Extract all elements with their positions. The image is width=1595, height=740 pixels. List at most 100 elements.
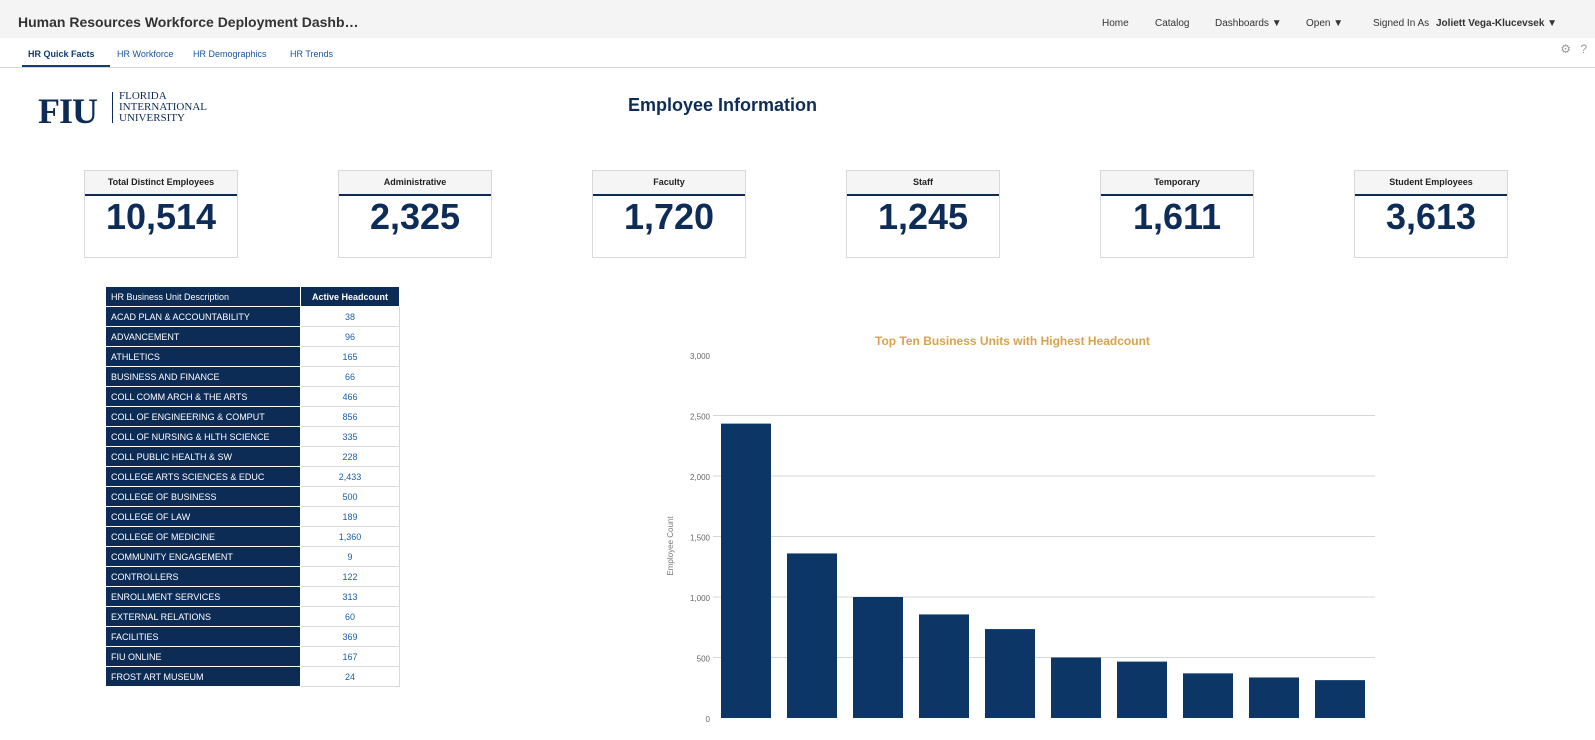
headcount-cell[interactable]: 369 bbox=[300, 626, 400, 647]
headcount-cell[interactable]: 122 bbox=[300, 566, 400, 587]
headcount-cell[interactable]: 500 bbox=[300, 486, 400, 507]
dashboards-menu[interactable]: Dashboards ▼ bbox=[1215, 18, 1282, 29]
kpi-label: Student Employees bbox=[1355, 171, 1507, 196]
logo-text: FLORIDA INTERNATIONAL UNIVERSITY bbox=[119, 91, 249, 124]
business-unit-cell: COLL OF NURSING & HLTH SCIENCE bbox=[105, 426, 301, 447]
table-row: COLLEGE ARTS SCIENCES & EDUC 2,433 bbox=[105, 466, 400, 487]
table-row: EXTERNAL RELATIONS 60 bbox=[105, 606, 400, 627]
table-header-row: HR Business Unit Description Active Head… bbox=[105, 286, 400, 307]
table-row: COLL OF ENGINEERING & COMPUT 856 bbox=[105, 406, 400, 427]
table-row: FIU ONLINE 167 bbox=[105, 646, 400, 667]
kpi-value: 10,514 bbox=[105, 196, 217, 237]
table-row: COLLEGE OF LAW 189 bbox=[105, 506, 400, 527]
business-unit-cell: ACAD PLAN & ACCOUNTABILITY bbox=[105, 306, 301, 327]
logo-mark: FIU bbox=[38, 91, 98, 131]
headcount-cell[interactable]: 66 bbox=[300, 366, 400, 387]
business-unit-cell: COLLEGE OF LAW bbox=[105, 506, 301, 527]
business-unit-cell: EXTERNAL RELATIONS bbox=[105, 606, 301, 627]
logo-divider bbox=[112, 92, 113, 123]
headcount-cell[interactable]: 96 bbox=[300, 326, 400, 347]
tab-hr-quick-facts[interactable]: HR Quick Facts bbox=[28, 49, 95, 59]
business-unit-cell: FIU ONLINE bbox=[105, 646, 301, 667]
headcount-cell[interactable]: 856 bbox=[300, 406, 400, 427]
business-unit-cell: COLLEGE ARTS SCIENCES & EDUC bbox=[105, 466, 301, 487]
chart-bar[interactable] bbox=[1315, 680, 1365, 718]
help-icon[interactable]: ? bbox=[1580, 42, 1587, 56]
business-unit-cell: CONTROLLERS bbox=[105, 566, 301, 587]
kpi-staff: Staff 1,245 bbox=[846, 170, 1000, 258]
chart-bar[interactable] bbox=[985, 629, 1035, 718]
business-unit-cell: FROST ART MUSEUM bbox=[105, 666, 301, 687]
headcount-cell[interactable]: 60 bbox=[300, 606, 400, 627]
headcount-cell[interactable]: 38 bbox=[300, 306, 400, 327]
headcount-cell[interactable]: 466 bbox=[300, 386, 400, 407]
page-title: Employee Information bbox=[628, 95, 818, 115]
chart-bar[interactable] bbox=[787, 553, 837, 718]
table-row: COLL COMM ARCH & THE ARTS 466 bbox=[105, 386, 400, 407]
headcount-cell[interactable]: 189 bbox=[300, 506, 400, 527]
headcount-cell[interactable]: 9 bbox=[300, 546, 400, 567]
table-row: COLL OF NURSING & HLTH SCIENCE 335 bbox=[105, 426, 400, 447]
kpi-student-employees: Student Employees 3,613 bbox=[1354, 170, 1508, 258]
headcount-table: HR Business Unit Description Active Head… bbox=[105, 286, 400, 687]
business-unit-cell: FACILITIES bbox=[105, 626, 301, 647]
kpi-value: 1,720 bbox=[623, 196, 715, 237]
business-unit-cell: COMMUNITY ENGAGEMENT bbox=[105, 546, 301, 567]
kpi-faculty: Faculty 1,720 bbox=[592, 170, 746, 258]
kpi-administrative: Administrative 2,325 bbox=[338, 170, 492, 258]
top-bar: Human Resources Workforce Deployment Das… bbox=[0, 0, 1595, 38]
y-tick-label: 1,500 bbox=[690, 534, 711, 543]
user-menu[interactable]: Joliett Vega-Klucevsek ▼ bbox=[1436, 18, 1557, 29]
tab-hr-workforce[interactable]: HR Workforce bbox=[117, 49, 173, 59]
table-row: COLL PUBLIC HEALTH & SW 228 bbox=[105, 446, 400, 467]
kpi-label: Temporary bbox=[1101, 171, 1253, 196]
chart-bar[interactable] bbox=[1249, 677, 1299, 718]
headcount-cell[interactable]: 1,360 bbox=[300, 526, 400, 547]
kpi-label: Total Distinct Employees bbox=[85, 171, 237, 196]
chart-bar[interactable] bbox=[853, 597, 903, 718]
table-row: CONTROLLERS 122 bbox=[105, 566, 400, 587]
headcount-cell[interactable]: 167 bbox=[300, 646, 400, 667]
kpi-value: 1,611 bbox=[1132, 196, 1222, 237]
chart-bar[interactable] bbox=[919, 614, 969, 718]
table-row: FACILITIES 369 bbox=[105, 626, 400, 647]
business-unit-cell: ATHLETICS bbox=[105, 346, 301, 367]
kpi-total-distinct-employees: Total Distinct Employees 10,514 bbox=[84, 170, 238, 258]
kpi-label: Faculty bbox=[593, 171, 745, 196]
headcount-cell[interactable]: 2,433 bbox=[300, 466, 400, 487]
kpi-value: 3,613 bbox=[1385, 196, 1477, 237]
tab-hr-trends[interactable]: HR Trends bbox=[290, 49, 333, 59]
headcount-cell[interactable]: 228 bbox=[300, 446, 400, 467]
y-tick-label: 0 bbox=[706, 715, 711, 724]
business-unit-cell: BUSINESS AND FINANCE bbox=[105, 366, 301, 387]
home-link[interactable]: Home bbox=[1102, 18, 1129, 29]
kpi-temporary: Temporary 1,611 bbox=[1100, 170, 1254, 258]
chart-bar[interactable] bbox=[1183, 673, 1233, 718]
business-unit-cell: ENROLLMENT SERVICES bbox=[105, 586, 301, 607]
signed-in-label: Signed In As bbox=[1373, 18, 1430, 29]
chart-bar[interactable] bbox=[1117, 661, 1167, 718]
bar-chart-svg: 0 500 1,000 1,500 2,000 2,500 3,000 Employee Co… bbox=[666, 352, 1375, 724]
table-row: ENROLLMENT SERVICES 313 bbox=[105, 586, 400, 607]
catalog-link[interactable]: Catalog bbox=[1155, 18, 1189, 29]
chart-bar[interactable] bbox=[721, 423, 771, 718]
tab-hr-demographics[interactable]: HR Demographics bbox=[193, 49, 267, 59]
y-tick-label: 2,000 bbox=[690, 473, 711, 482]
dashboard-tabs: HR Quick Facts HR Workforce HR Demograph… bbox=[0, 40, 1595, 68]
chart-bar[interactable] bbox=[1051, 657, 1101, 719]
headcount-table-container: HR Business Unit Description Active Head… bbox=[105, 286, 400, 687]
headcount-cell[interactable]: 165 bbox=[300, 346, 400, 367]
headcount-cell[interactable]: 313 bbox=[300, 586, 400, 607]
y-axis-label: Employee Count bbox=[666, 516, 675, 576]
business-unit-cell: ADVANCEMENT bbox=[105, 326, 301, 347]
business-unit-cell: COLLEGE OF MEDICINE bbox=[105, 526, 301, 547]
utility-icons: ⚙ ? bbox=[1554, 42, 1587, 56]
headcount-cell[interactable]: 335 bbox=[300, 426, 400, 447]
logo-line-university: UNIVERSITY bbox=[119, 112, 185, 124]
business-unit-cell: COLLEGE OF BUSINESS bbox=[105, 486, 301, 507]
gear-icon[interactable]: ⚙ bbox=[1560, 42, 1571, 56]
open-menu[interactable]: Open ▼ bbox=[1306, 18, 1343, 29]
business-unit-cell: COLL COMM ARCH & THE ARTS bbox=[105, 386, 301, 407]
headcount-cell[interactable]: 24 bbox=[300, 666, 400, 687]
business-unit-cell: COLL OF ENGINEERING & COMPUT bbox=[105, 406, 301, 427]
